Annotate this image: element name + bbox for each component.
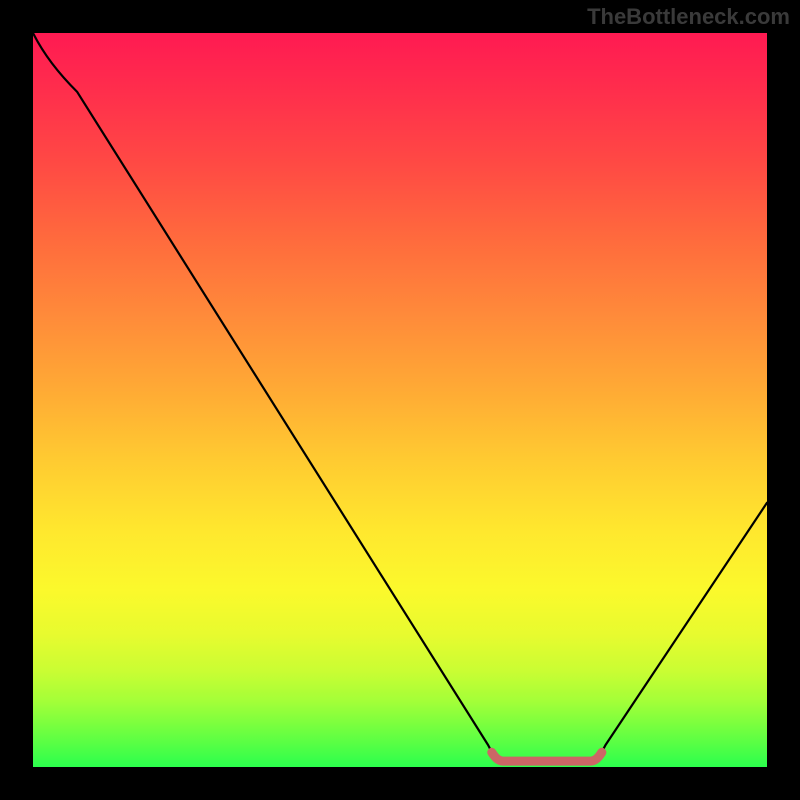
optimal-range-marker-path <box>492 752 602 761</box>
chart-plot-area <box>33 33 767 767</box>
bottleneck-curve-path <box>33 33 767 760</box>
chart-svg <box>33 33 767 767</box>
watermark-text: TheBottleneck.com <box>587 4 790 30</box>
